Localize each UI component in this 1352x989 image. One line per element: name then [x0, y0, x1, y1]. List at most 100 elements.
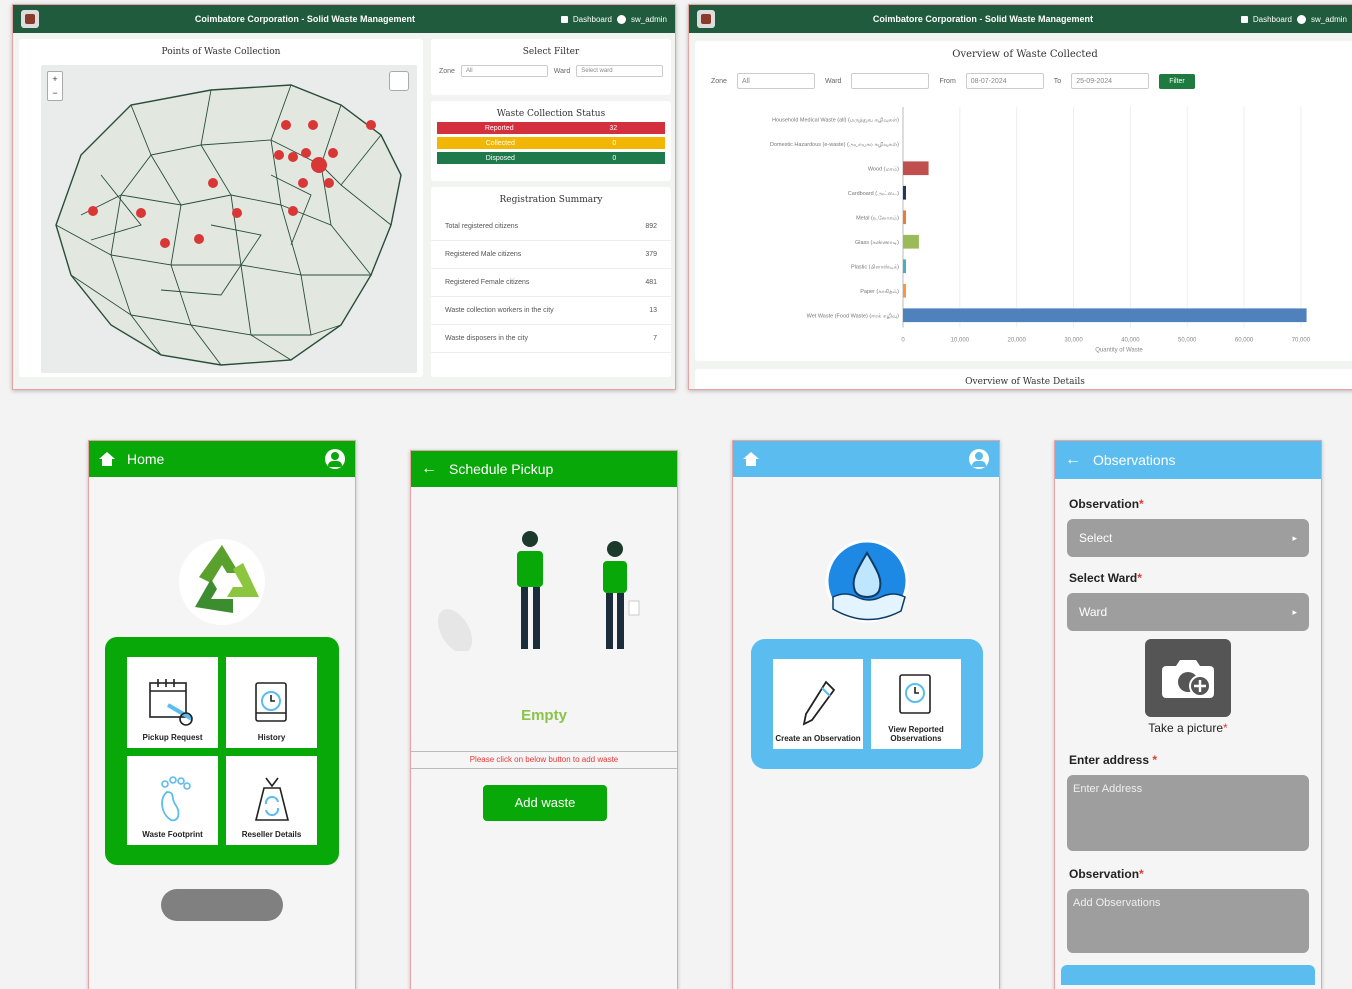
- home-icon: [560, 15, 568, 23]
- chevron-right-icon: ▸: [1292, 606, 1297, 617]
- tile-label: Pickup Request: [142, 733, 203, 742]
- bottom-pill-button[interactable]: [161, 889, 283, 921]
- from-date-input[interactable]: 08-07-2024: [965, 73, 1044, 89]
- reseller-details-tile[interactable]: Reseller Details: [226, 756, 317, 845]
- summary-value: 7: [653, 335, 657, 342]
- app-bar: ← Observations: [1055, 441, 1321, 479]
- details-panel: Overview of Waste Details: [695, 369, 1352, 389]
- observation-input[interactable]: Add Observations: [1067, 889, 1309, 953]
- waste-footprint-tile[interactable]: Waste Footprint: [127, 756, 218, 845]
- summary-row: Registered Female citizens 481: [431, 269, 671, 297]
- status-title: Waste Collection Status: [496, 109, 606, 119]
- summary-row: Waste disposers in the city 7: [431, 325, 671, 353]
- nav-dashboard-link[interactable]: Dashboard: [573, 15, 612, 24]
- user-icon[interactable]: [1296, 14, 1306, 24]
- tile-label: Reseller Details: [241, 830, 302, 839]
- select-value: Ward: [1079, 605, 1108, 619]
- observation-select[interactable]: Select ▸: [1067, 519, 1309, 557]
- observation-menu-panel: Create an Observation View Reported Obse…: [751, 639, 983, 769]
- address-label: Enter address *: [1069, 753, 1158, 767]
- filter-panel: Select Filter Zone All Ward Select ward: [431, 39, 671, 95]
- summary-label: Registered Male citizens: [445, 251, 522, 258]
- app-bar: Home: [89, 441, 355, 477]
- category-label: Domestic Hazardous (e-waste) (அபாயகர கழி…: [770, 142, 899, 148]
- home-icon[interactable]: [99, 452, 115, 466]
- zone-select[interactable]: All: [736, 73, 815, 89]
- nav-user[interactable]: sw_admin: [631, 15, 667, 24]
- status-count: 32: [609, 124, 618, 132]
- category-label: Glass (கண்ணாடி): [855, 240, 899, 246]
- dashboard-chart-screen: Coimbatore Corporation - Solid Waste Man…: [688, 4, 1352, 390]
- bar: [903, 210, 906, 225]
- summary-label: Waste collection workers in the city: [445, 307, 554, 314]
- to-label: To: [1053, 77, 1062, 85]
- home-icon: [1240, 15, 1248, 23]
- status-reported: Reported 32: [437, 122, 665, 134]
- nav-user[interactable]: sw_admin: [1311, 15, 1347, 24]
- add-waste-hint: Please click on below button to add wast…: [411, 751, 677, 769]
- layers-icon[interactable]: [389, 71, 409, 91]
- observation-home-screen: Create an Observation View Reported Obse…: [732, 440, 1000, 989]
- summary-row: Total registered citizens 892: [431, 213, 671, 241]
- status-collected: Collected 0: [437, 137, 665, 149]
- corporation-logo: [21, 10, 39, 28]
- select-value: Select: [1079, 531, 1113, 545]
- x-tick-label: 40,000: [1121, 338, 1140, 344]
- back-arrow-icon[interactable]: ←: [421, 461, 437, 477]
- user-icon[interactable]: [616, 14, 626, 24]
- x-tick-label: 20,000: [1008, 338, 1027, 344]
- zone-select[interactable]: All: [460, 65, 548, 77]
- status-panel: Waste Collection Status Reported 32 Coll…: [431, 101, 671, 181]
- history-tile[interactable]: History: [226, 657, 317, 748]
- observations-form-screen: ← Observations Observation* Select ▸ Sele…: [1054, 440, 1322, 989]
- create-observation-tile[interactable]: Create an Observation: [773, 659, 863, 749]
- header-title: Coimbatore Corporation - Solid Waste Man…: [872, 14, 1094, 24]
- ward-select[interactable]: [851, 73, 930, 89]
- take-picture-label: Take a picture*: [1148, 721, 1228, 735]
- summary-value: 379: [645, 251, 657, 258]
- to-date-input[interactable]: 25-09-2024: [1071, 73, 1150, 89]
- x-tick-label: 10,000: [951, 338, 970, 344]
- profile-icon[interactable]: [969, 449, 989, 469]
- category-label: Metal (உலோகம்): [856, 214, 899, 221]
- ward-select[interactable]: Select ward: [576, 65, 663, 77]
- bar: [903, 234, 919, 249]
- details-title: Overview of Waste Details: [965, 377, 1085, 387]
- dashboard-body: Overview of Waste Collected Zone All War…: [689, 33, 1352, 389]
- app-bar: ← Schedule Pickup: [411, 451, 677, 487]
- summary-value: 13: [649, 307, 657, 314]
- status-label: Disposed: [485, 154, 515, 162]
- bar: [903, 308, 1307, 323]
- chevron-right-icon: ▸: [1292, 532, 1297, 543]
- view-observations-tile[interactable]: View Reported Observations: [871, 659, 961, 749]
- filter-button[interactable]: Filter: [1159, 73, 1195, 89]
- x-tick-label: 0: [901, 338, 905, 344]
- home-icon[interactable]: [743, 452, 759, 466]
- pickup-request-tile[interactable]: Pickup Request: [127, 657, 218, 748]
- summary-row: Waste collection workers in the city 13: [431, 297, 671, 325]
- corporation-logo: [697, 10, 715, 28]
- nav-dashboard-link[interactable]: Dashboard: [1253, 15, 1292, 24]
- waste-collection-map[interactable]: + −: [41, 65, 417, 373]
- tile-label: Create an Observation: [775, 734, 861, 743]
- submit-button[interactable]: [1061, 965, 1315, 985]
- profile-icon[interactable]: [325, 449, 345, 469]
- back-arrow-icon[interactable]: ←: [1065, 452, 1081, 468]
- add-waste-button[interactable]: Add waste: [483, 785, 607, 821]
- map-title: Points of Waste Collection: [161, 47, 281, 57]
- address-input[interactable]: Enter Address: [1067, 775, 1309, 851]
- ward-label: Ward: [553, 67, 571, 75]
- camera-button[interactable]: [1145, 639, 1231, 717]
- zoom-in-button[interactable]: +: [48, 72, 62, 86]
- status-label: Collected: [485, 139, 515, 147]
- from-label: From: [939, 77, 956, 85]
- recycle-logo-icon: [179, 539, 265, 625]
- pen-icon: [802, 680, 836, 726]
- ward-select[interactable]: Ward ▸: [1067, 593, 1309, 631]
- ward-label: Select Ward*: [1069, 571, 1142, 585]
- zoom-out-button[interactable]: −: [48, 86, 62, 100]
- empty-state-text: Empty: [521, 707, 567, 724]
- x-tick-label: 60,000: [1235, 338, 1254, 344]
- header-title: Coimbatore Corporation - Solid Waste Man…: [194, 14, 416, 24]
- map-zoom-control[interactable]: + −: [47, 71, 63, 101]
